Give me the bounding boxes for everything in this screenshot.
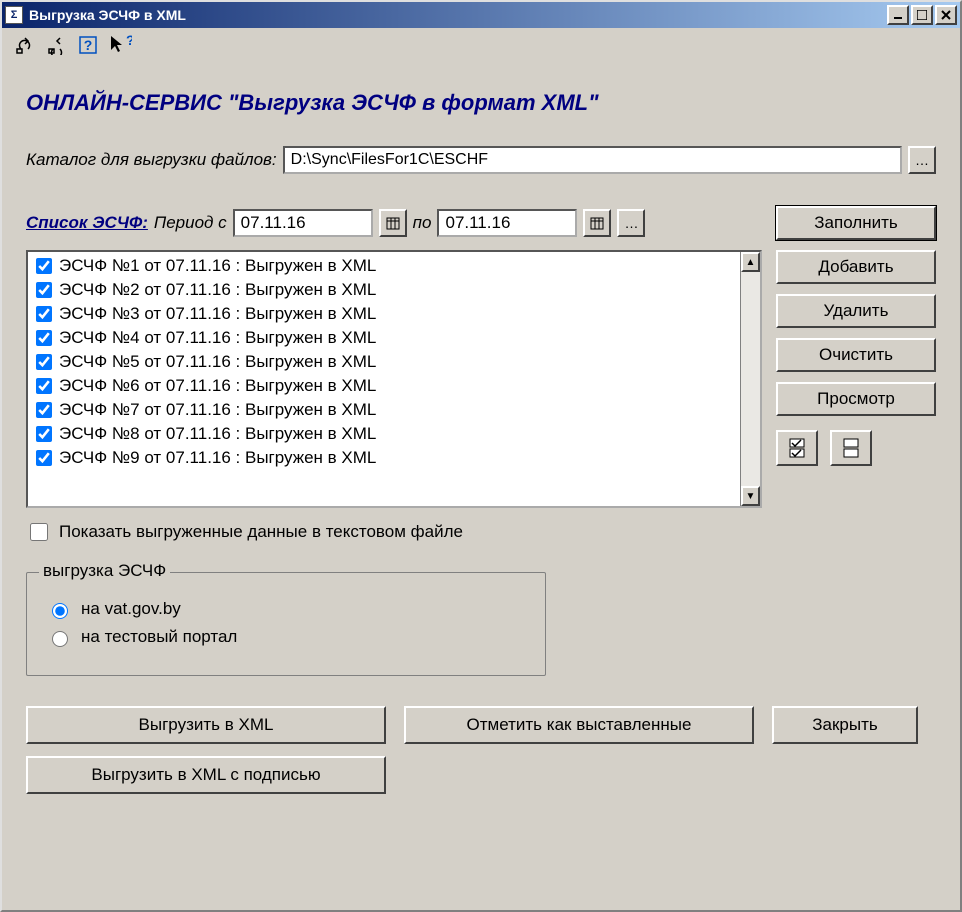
list-item-checkbox[interactable]	[36, 258, 52, 274]
group-caption: выгрузка ЭСЧФ	[39, 561, 170, 581]
list-item-label: ЭСЧФ №6 от 07.11.16 : Выгружен в XML	[59, 376, 376, 396]
svg-text:?: ?	[84, 37, 93, 53]
eschf-listbox[interactable]: ЭСЧФ №1 от 07.11.16 : Выгружен в XML ЭСЧФ…	[26, 250, 762, 508]
uncheck-all-button[interactable]	[830, 430, 872, 466]
mark-issued-button[interactable]: Отметить как выставленные	[404, 706, 754, 744]
list-item[interactable]: ЭСЧФ №3 от 07.11.16 : Выгружен в XML	[30, 302, 758, 326]
list-item-checkbox[interactable]	[36, 450, 52, 466]
list-item-checkbox[interactable]	[36, 306, 52, 322]
radio-test-label: на тестовый портал	[81, 627, 237, 647]
list-item[interactable]: ЭСЧФ №6 от 07.11.16 : Выгружен в XML	[30, 374, 758, 398]
list-item-checkbox[interactable]	[36, 378, 52, 394]
radio-vat[interactable]	[52, 603, 68, 619]
window-title: Выгрузка ЭСЧФ в XML	[29, 7, 186, 23]
export-xml-signed-button[interactable]: Выгрузить в XML с подписью	[26, 756, 386, 794]
period-to-label: по	[413, 213, 432, 233]
list-item-label: ЭСЧФ №1 от 07.11.16 : Выгружен в XML	[59, 256, 376, 276]
clear-button[interactable]: Очистить	[776, 338, 936, 372]
toolbar-icon-2[interactable]	[44, 33, 68, 57]
calendar-icon	[386, 216, 400, 230]
date-to-picker-button[interactable]	[583, 209, 611, 237]
export-groupbox: выгрузка ЭСЧФ на vat.gov.by на тестовый …	[26, 572, 546, 676]
list-item[interactable]: ЭСЧФ №9 от 07.11.16 : Выгружен в XML	[30, 446, 758, 470]
right-button-column: Добавить Удалить Очистить Просмотр	[776, 250, 936, 508]
view-button[interactable]: Просмотр	[776, 382, 936, 416]
list-item-label: ЭСЧФ №2 от 07.11.16 : Выгружен в XML	[59, 280, 376, 300]
date-to-input[interactable]	[437, 209, 577, 237]
close-app-button[interactable]: Закрыть	[772, 706, 918, 744]
list-item-checkbox[interactable]	[36, 330, 52, 346]
bottom-buttons: Выгрузить в XML Отметить как выставленны…	[26, 706, 936, 794]
list-item[interactable]: ЭСЧФ №1 от 07.11.16 : Выгружен в XML	[30, 254, 758, 278]
catalog-row: Каталог для выгрузки файлов: …	[26, 146, 936, 174]
list-item-label: ЭСЧФ №9 от 07.11.16 : Выгружен в XML	[59, 448, 376, 468]
toolbar: ? ?	[2, 28, 960, 62]
close-button[interactable]	[935, 5, 957, 25]
minimize-icon	[893, 10, 903, 20]
uncheck-all-icon	[842, 437, 860, 459]
help-icon[interactable]: ?	[76, 33, 100, 57]
list-item[interactable]: ЭСЧФ №4 от 07.11.16 : Выгружен в XML	[30, 326, 758, 350]
list-item-checkbox[interactable]	[36, 402, 52, 418]
list-item-label: ЭСЧФ №3 от 07.11.16 : Выгружен в XML	[59, 304, 376, 324]
cursor-help-icon[interactable]: ?	[108, 33, 132, 57]
list-item-checkbox[interactable]	[36, 282, 52, 298]
app-window: Σ Выгрузка ЭСЧФ в XML ? ? ОНЛАЙН-СЕРВИС …	[0, 0, 962, 912]
svg-text:?: ?	[126, 33, 132, 48]
show-text-label: Показать выгруженные данные в текстовом …	[59, 522, 463, 542]
list-item-label: ЭСЧФ №8 от 07.11.16 : Выгружен в XML	[59, 424, 376, 444]
period-more-button[interactable]: …	[617, 209, 645, 237]
fill-button[interactable]: Заполнить	[776, 206, 936, 240]
check-all-icon	[788, 437, 806, 459]
catalog-label: Каталог для выгрузки файлов:	[26, 150, 277, 170]
list-item[interactable]: ЭСЧФ №2 от 07.11.16 : Выгружен в XML	[30, 278, 758, 302]
show-text-row: Показать выгруженные данные в текстовом …	[26, 520, 936, 544]
list-item-checkbox[interactable]	[36, 354, 52, 370]
date-from-input[interactable]	[233, 209, 373, 237]
period-row: Список ЭСЧФ: Период с по … Заполнить	[26, 206, 936, 240]
middle-area: ЭСЧФ №1 от 07.11.16 : Выгружен в XML ЭСЧФ…	[26, 250, 936, 508]
calendar-icon	[590, 216, 604, 230]
check-all-button[interactable]	[776, 430, 818, 466]
list-item-checkbox[interactable]	[36, 426, 52, 442]
list-item-label: ЭСЧФ №7 от 07.11.16 : Выгружен в XML	[59, 400, 376, 420]
content-area: ОНЛАЙН-СЕРВИС "Выгрузка ЭСЧФ в формат XM…	[2, 62, 960, 910]
toolbar-icon-1[interactable]	[12, 33, 36, 57]
export-xml-button[interactable]: Выгрузить в XML	[26, 706, 386, 744]
page-title: ОНЛАЙН-СЕРВИС "Выгрузка ЭСЧФ в формат XM…	[26, 90, 936, 116]
scrollbar[interactable]: ▲ ▼	[740, 252, 760, 506]
show-text-checkbox[interactable]	[30, 523, 48, 541]
minimize-button[interactable]	[887, 5, 909, 25]
list-item-label: ЭСЧФ №5 от 07.11.16 : Выгружен в XML	[59, 352, 376, 372]
list-item[interactable]: ЭСЧФ №8 от 07.11.16 : Выгружен в XML	[30, 422, 758, 446]
add-button[interactable]: Добавить	[776, 250, 936, 284]
list-item-label: ЭСЧФ №4 от 07.11.16 : Выгружен в XML	[59, 328, 376, 348]
period-from-label: Период с	[154, 213, 227, 233]
date-from-picker-button[interactable]	[379, 209, 407, 237]
browse-button[interactable]: …	[908, 146, 936, 174]
list-item[interactable]: ЭСЧФ №5 от 07.11.16 : Выгружен в XML	[30, 350, 758, 374]
list-item[interactable]: ЭСЧФ №7 от 07.11.16 : Выгружен в XML	[30, 398, 758, 422]
scroll-track[interactable]	[741, 272, 760, 486]
catalog-input[interactable]	[283, 146, 902, 174]
list-label: Список ЭСЧФ:	[26, 213, 148, 233]
scroll-up-button[interactable]: ▲	[741, 252, 760, 272]
close-icon	[941, 10, 951, 20]
titlebar: Σ Выгрузка ЭСЧФ в XML	[2, 2, 960, 28]
radio-vat-label: на vat.gov.by	[81, 599, 181, 619]
app-icon: Σ	[5, 6, 23, 24]
delete-button[interactable]: Удалить	[776, 294, 936, 328]
scroll-down-button[interactable]: ▼	[741, 486, 760, 506]
maximize-button[interactable]	[911, 5, 933, 25]
radio-test[interactable]	[52, 631, 68, 647]
maximize-icon	[917, 10, 927, 20]
